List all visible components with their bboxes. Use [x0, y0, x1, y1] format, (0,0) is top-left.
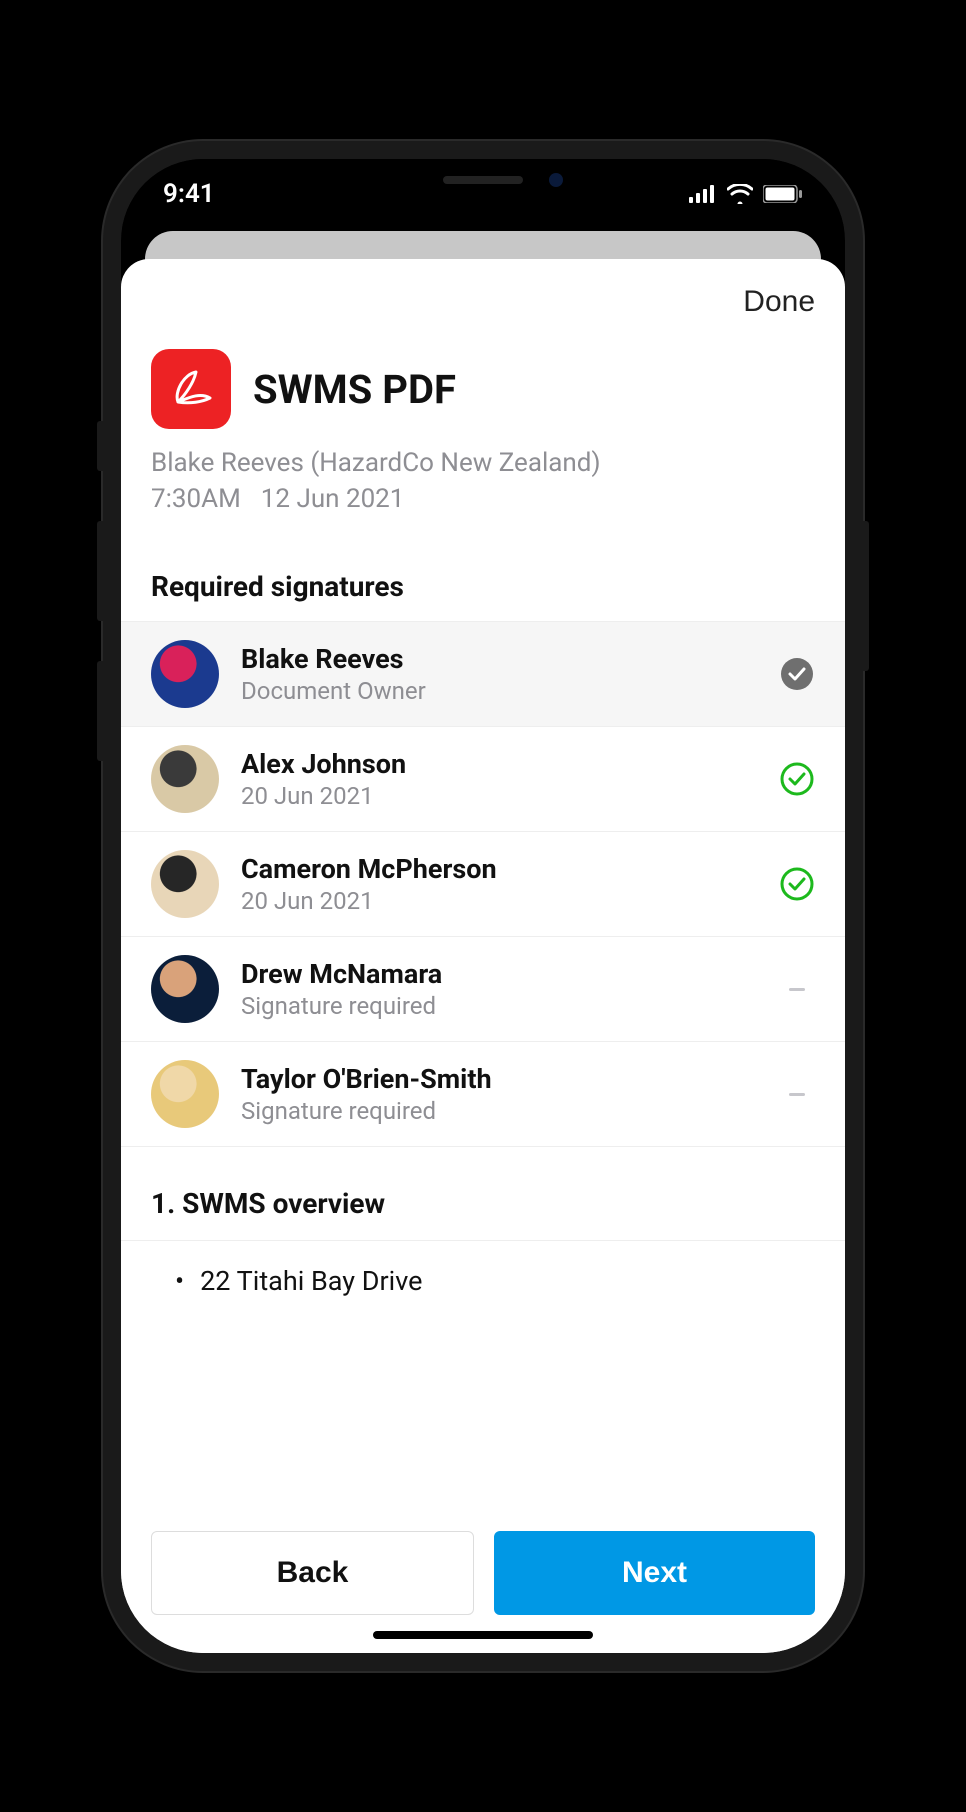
pending-dash-icon — [779, 1076, 815, 1112]
avatar — [151, 745, 219, 813]
phone-frame: 9:41 — [103, 141, 863, 1671]
overview-title: 1. SWMS overview — [121, 1167, 845, 1240]
signature-info: Drew McNamaraSignature required — [241, 958, 757, 1020]
overview-list: • 22 Titahi Bay Drive — [121, 1240, 845, 1301]
next-button[interactable]: Next — [494, 1531, 815, 1615]
document-title: SWMS PDF — [253, 366, 456, 413]
back-button[interactable]: Back — [151, 1531, 474, 1615]
document-date: 12 Jun 2021 — [261, 481, 405, 517]
home-indicator[interactable] — [373, 1631, 593, 1639]
signature-info: Cameron McPherson20 Jun 2021 — [241, 853, 757, 915]
signature-name: Drew McNamara — [241, 958, 757, 990]
status-time: 9:41 — [163, 179, 215, 209]
signature-subtext: Signature required — [241, 1097, 757, 1125]
signature-row[interactable]: Taylor O'Brien-SmithSignature required — [121, 1042, 845, 1147]
signature-name: Alex Johnson — [241, 748, 757, 780]
check-circle-icon — [779, 866, 815, 902]
signatures-list: Blake ReevesDocument OwnerAlex Johnson20… — [121, 621, 845, 1147]
avatar — [151, 640, 219, 708]
signature-row[interactable]: Drew McNamaraSignature required — [121, 937, 845, 1042]
document-owner-line: Blake Reeves (HazardCo New Zealand) — [151, 445, 815, 481]
bullet-icon: • — [175, 1265, 184, 1297]
notch — [343, 159, 623, 201]
signature-row[interactable]: Cameron McPherson20 Jun 2021 — [121, 832, 845, 937]
signature-row[interactable]: Alex Johnson20 Jun 2021 — [121, 727, 845, 832]
signature-name: Taylor O'Brien-Smith — [241, 1063, 757, 1095]
check-filled-icon — [779, 656, 815, 692]
overview-section: 1. SWMS overview • 22 Titahi Bay Drive — [121, 1147, 845, 1511]
signature-info: Blake ReevesDocument Owner — [241, 643, 757, 705]
done-button[interactable]: Done — [743, 285, 815, 319]
status-indicators — [689, 184, 803, 204]
signature-name: Cameron McPherson — [241, 853, 757, 885]
signature-subtext: Document Owner — [241, 677, 757, 705]
avatar — [151, 955, 219, 1023]
screen: 9:41 — [121, 159, 845, 1653]
modal-sheet: Done SWMS PDF Blake Reeves (HazardCo New… — [121, 259, 845, 1653]
check-circle-icon — [779, 761, 815, 797]
avatar — [151, 1060, 219, 1128]
document-time: 7:30AM — [151, 481, 241, 517]
signature-info: Taylor O'Brien-SmithSignature required — [241, 1063, 757, 1125]
overview-item-text: 22 Titahi Bay Drive — [200, 1265, 422, 1297]
pending-dash-icon — [779, 971, 815, 1007]
signature-subtext: 20 Jun 2021 — [241, 782, 757, 810]
battery-icon — [763, 185, 803, 203]
signature-subtext: Signature required — [241, 992, 757, 1020]
avatar — [151, 850, 219, 918]
pdf-icon — [151, 349, 231, 429]
signature-row[interactable]: Blake ReevesDocument Owner — [121, 622, 845, 727]
signature-info: Alex Johnson20 Jun 2021 — [241, 748, 757, 810]
document-meta: Blake Reeves (HazardCo New Zealand) 7:30… — [151, 445, 815, 518]
signature-subtext: 20 Jun 2021 — [241, 887, 757, 915]
signatures-section-title: Required signatures — [121, 542, 845, 621]
overview-item: • 22 Titahi Bay Drive — [175, 1261, 815, 1301]
wifi-icon — [727, 184, 753, 204]
document-header: SWMS PDF Blake Reeves (HazardCo New Zeal… — [121, 329, 845, 542]
cellular-signal-icon — [689, 185, 717, 203]
signature-name: Blake Reeves — [241, 643, 757, 675]
